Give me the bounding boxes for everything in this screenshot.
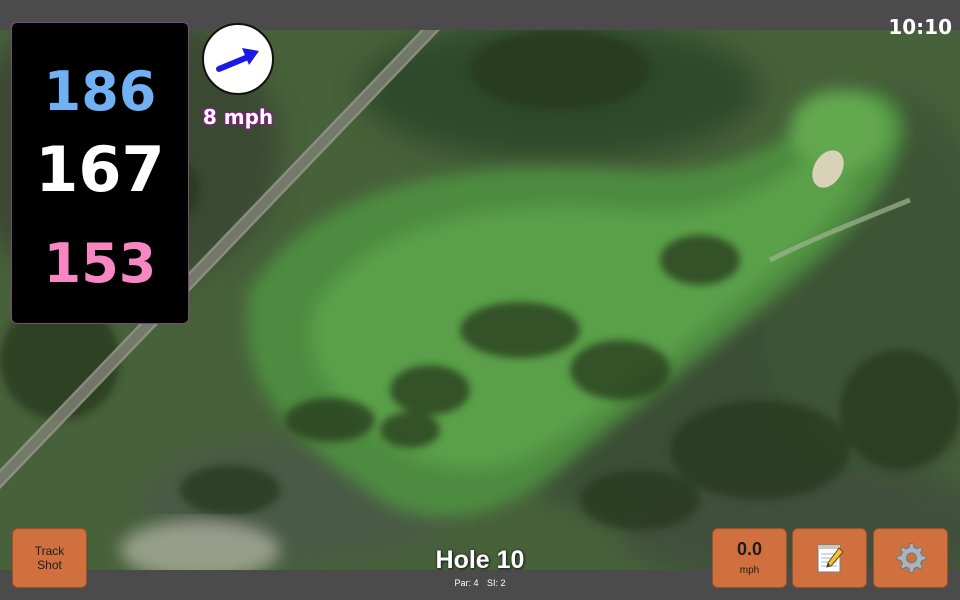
wind-button[interactable]: 0.0 mph xyxy=(712,528,787,588)
wind-button-value: 0.0 xyxy=(736,539,763,560)
track-shot-button[interactable]: Track Shot xyxy=(12,528,87,588)
hole-title: Hole 10 xyxy=(435,546,525,574)
notepad-icon xyxy=(817,544,844,573)
front-distance: 153 xyxy=(12,237,188,291)
track-shot-label-line2: Shot xyxy=(37,558,62,572)
hole-par: Par: 4 xyxy=(454,578,479,588)
hole-stroke-index: SI: 2 xyxy=(487,578,506,588)
middle-distance: 167 xyxy=(12,139,188,201)
middle-distance-value: 167 xyxy=(35,133,165,206)
settings-button[interactable] xyxy=(873,528,948,588)
gear-icon xyxy=(896,543,926,573)
notes-button[interactable] xyxy=(792,528,867,588)
wind-direction-arrow-icon xyxy=(216,48,259,72)
wind-speed-label: 8 mph xyxy=(202,105,274,129)
hole-info: Par: 4 SI: 2 xyxy=(380,578,580,588)
distance-panel: 186 167 153 xyxy=(11,22,189,324)
track-shot-label-line1: Track xyxy=(34,543,65,558)
wind-button-unit: mph xyxy=(739,564,760,576)
back-distance: 186 xyxy=(12,65,188,119)
clock: 10:10 xyxy=(888,15,952,39)
front-distance-value: 153 xyxy=(43,232,157,295)
back-distance-value: 186 xyxy=(43,60,157,123)
wind-direction-indicator[interactable] xyxy=(202,23,274,95)
